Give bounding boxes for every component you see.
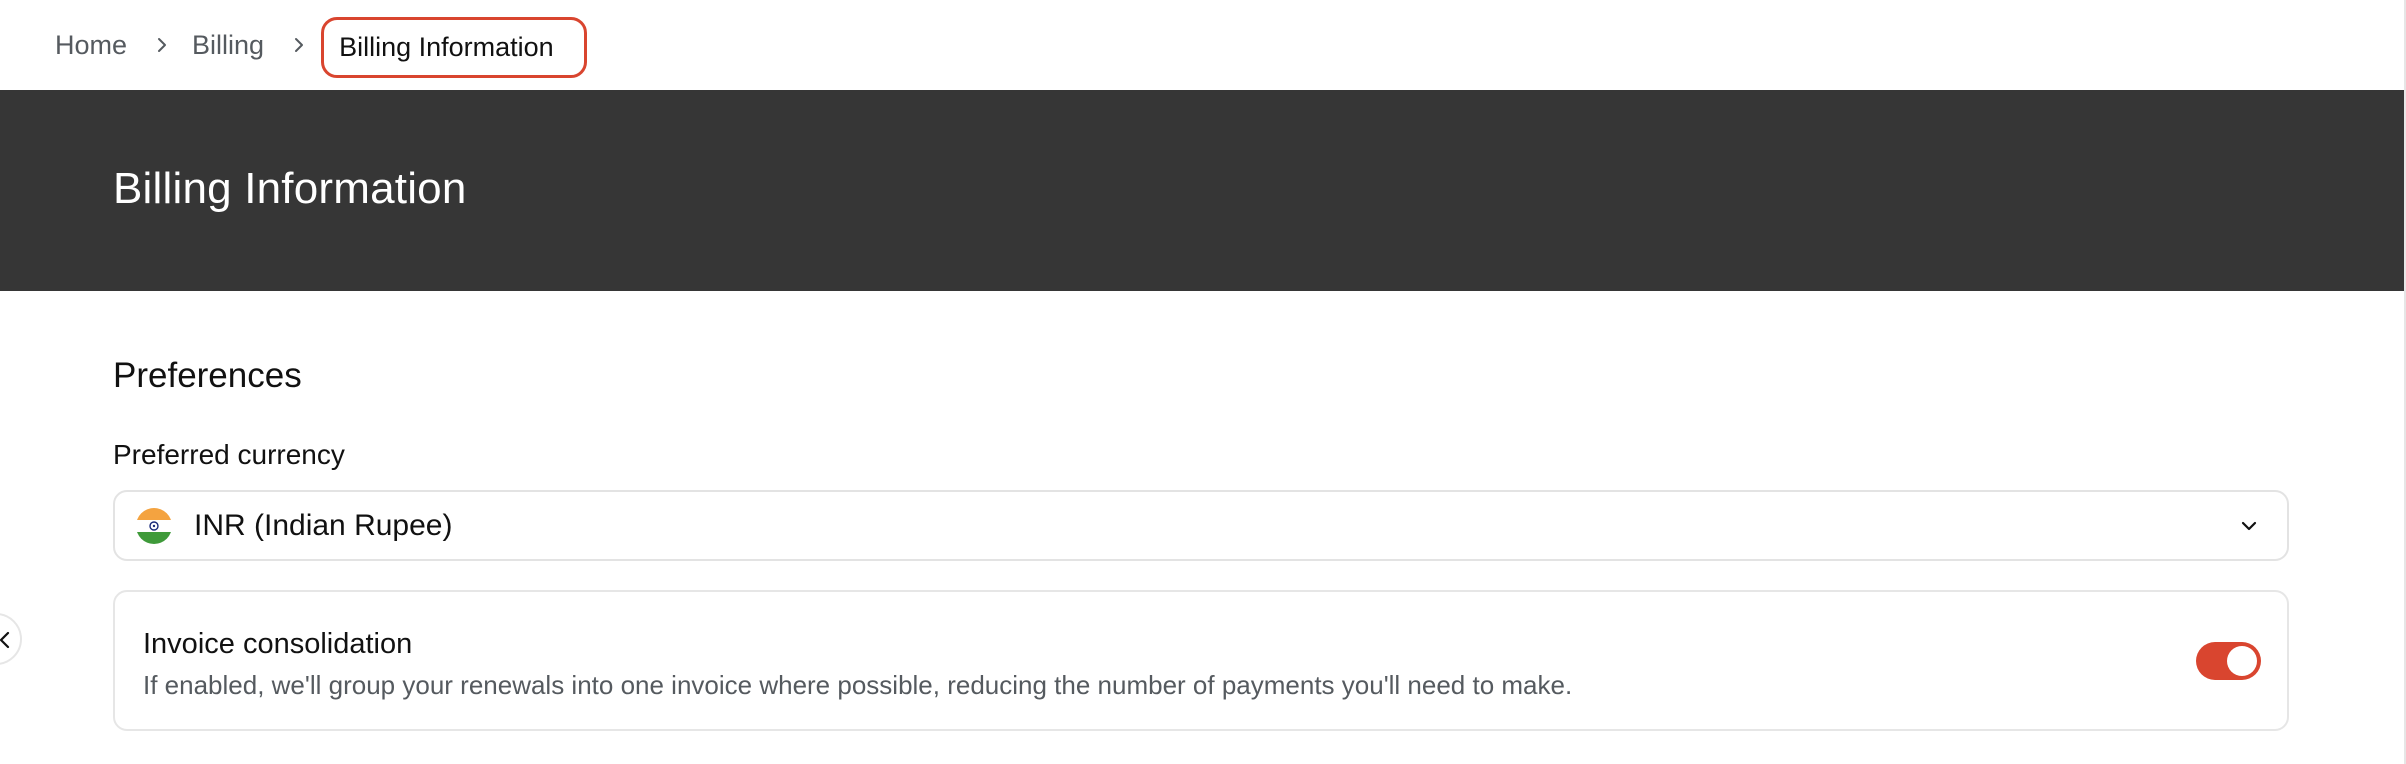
- invoice-consolidation-toggle[interactable]: [2196, 642, 2261, 680]
- breadcrumb-home-link[interactable]: Home: [55, 30, 127, 61]
- breadcrumb: Home Billing Billing Information: [0, 0, 2404, 90]
- chevron-down-icon: [2237, 514, 2261, 538]
- invoice-consolidation-description: If enabled, we'll group your renewals in…: [143, 670, 1573, 700]
- chevron-left-icon: [0, 631, 10, 649]
- preferred-currency-label: Preferred currency: [113, 439, 345, 470]
- sidebar-expand-button[interactable]: [0, 613, 22, 665]
- breadcrumb-billing-link[interactable]: Billing: [192, 30, 264, 61]
- page-title: Billing Information: [113, 164, 467, 213]
- toggle-knob: [2227, 646, 2257, 676]
- india-flag-icon: [136, 507, 172, 544]
- breadcrumb-current: Billing Information: [321, 16, 587, 78]
- chevron-right-icon: [151, 34, 173, 56]
- currency-select[interactable]: INR (Indian Rupee): [113, 490, 2289, 561]
- currency-value: INR (Indian Rupee): [194, 508, 453, 542]
- preferences-heading: Preferences: [113, 356, 302, 395]
- page-header-banner: Billing Information: [0, 90, 2404, 291]
- page: Home Billing Billing Information Billing…: [0, 0, 2406, 764]
- chevron-right-icon: [288, 34, 310, 56]
- invoice-consolidation-title: Invoice consolidation: [143, 628, 413, 660]
- invoice-consolidation-card: Invoice consolidation If enabled, we'll …: [113, 590, 2289, 731]
